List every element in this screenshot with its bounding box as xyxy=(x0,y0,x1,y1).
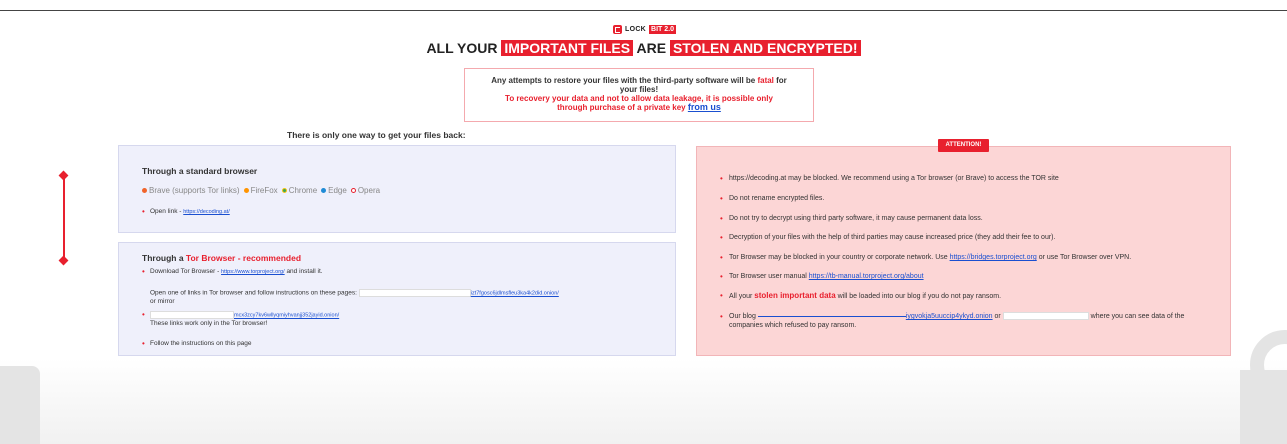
warning-line: through purchase of a private key from u… xyxy=(465,102,813,113)
warning-line: To recovery your data and not to allow d… xyxy=(505,94,773,103)
onion-link-1[interactable]: izt7fgosc6jdlmsfleu3ka4k2did.onion/ xyxy=(471,291,559,297)
brave-icon xyxy=(142,188,147,193)
onion-line: Open one of links in Tor browser and fol… xyxy=(150,289,670,298)
download-text: and install it. xyxy=(284,268,323,275)
attention-text: All your xyxy=(729,293,755,300)
mirror-link-item: mcx3zcy7kv6wllyqmiyhvanjj352jayid.onion/ xyxy=(142,311,339,320)
warning-text: Any attempts to restore your files with … xyxy=(491,76,758,85)
blog-line: Our blog iygvokja5uuccip4ykyd.onion or w… xyxy=(729,312,1209,321)
tor-title-recommended: Tor Browser - recommended xyxy=(185,253,302,263)
browser-edge: Edge xyxy=(321,186,347,195)
browser-firefox: FireFox xyxy=(243,186,278,195)
attention-text: where you can see data of the xyxy=(1088,313,1185,320)
timeline-marker-bottom xyxy=(58,255,69,266)
attention-item: Do not rename encrypted files. xyxy=(720,194,824,203)
attention-text: Tor Browser may be blocked in your count… xyxy=(729,254,950,261)
attention-item: Decryption of your files with the help o… xyxy=(720,233,1055,242)
browser-list: Brave (supports Tor links) FireFox Chrom… xyxy=(142,186,380,195)
tor-browser-card: Through a Tor Browser - recommended Down… xyxy=(118,242,676,356)
redacted-block xyxy=(757,315,906,317)
timeline-line xyxy=(63,176,65,260)
tor-title-text: Through a xyxy=(142,253,186,263)
blog-onion-link[interactable]: iygvokja5uuccip4ykyd.onion xyxy=(906,313,993,320)
attention-text: or use Tor Browser over VPN. xyxy=(1036,254,1132,261)
standard-browser-title: Through a standard browser xyxy=(142,166,258,176)
title-highlight-stolen: STOLEN AND ENCRYPTED! xyxy=(669,40,861,56)
browser-brave: Brave (supports Tor links) xyxy=(142,186,240,195)
attention-item-tor-blocked: Tor Browser may be blocked in your count… xyxy=(720,253,1132,262)
firefox-icon xyxy=(243,188,249,193)
tor-manual-link[interactable]: https://tb-manual.torproject.org/about xyxy=(809,273,924,280)
title-part: ALL YOUR xyxy=(426,40,502,56)
decoding-link[interactable]: https://decoding.at/ xyxy=(183,209,229,215)
onion-link-2[interactable]: mcx3zcy7kv6wllyqmiyhvanjj352jayid.onion/ xyxy=(234,313,339,319)
attention-text: Tor Browser user manual xyxy=(729,273,809,280)
browser-opera: Opera xyxy=(350,186,381,195)
from-us-link[interactable]: from us xyxy=(688,102,721,112)
attention-badge: ATTENTION! xyxy=(938,139,989,152)
chrome-icon xyxy=(281,188,287,193)
warning-text: through purchase of a private key xyxy=(557,103,688,112)
one-way-heading: There is only one way to get your files … xyxy=(287,130,466,140)
title-highlight-files: IMPORTANT FILES xyxy=(501,40,634,56)
onion-instructions: Open one of links in Tor browser and fol… xyxy=(150,289,359,297)
download-text: Download Tor Browser - xyxy=(150,268,222,275)
redacted-block xyxy=(150,311,234,319)
browser-label: Opera xyxy=(357,186,381,195)
download-tor-item: Download Tor Browser - https://www.torpr… xyxy=(142,268,323,276)
browser-label: Edge xyxy=(328,186,347,195)
browser-label: Brave (supports Tor links) xyxy=(149,186,240,195)
tor-browser-title: Through a Tor Browser - recommended xyxy=(142,253,301,263)
warning-fatal: fatal xyxy=(757,76,774,85)
warning-line: your files! xyxy=(619,85,659,94)
tor-only-note: These links work only in the Tor browser… xyxy=(150,320,268,327)
warning-box: Any attempts to restore your files with … xyxy=(464,68,814,122)
attention-item: https://decoding.at may be blocked. We r… xyxy=(720,174,1059,183)
browser-label: FireFox xyxy=(250,186,278,195)
attention-item-stolen: All your stolen important data will be l… xyxy=(720,291,1002,301)
follow-instructions-item: Follow the instructions on this page xyxy=(142,340,251,348)
page-title: ALL YOUR IMPORTANT FILES ARE STOLEN AND … xyxy=(0,39,1287,57)
standard-browser-card: Through a standard browser Brave (suppor… xyxy=(118,145,676,233)
attention-text: will be loaded into our blog if you do n… xyxy=(835,293,1002,300)
attention-text: Our blog xyxy=(729,313,758,320)
browser-chrome: Chrome xyxy=(281,186,318,195)
onion-links-item: Open one of links in Tor browser and fol… xyxy=(150,289,670,306)
background-fade xyxy=(0,358,1287,444)
torproject-link[interactable]: https://www.torproject.org/ xyxy=(221,269,285,275)
timeline-marker-top xyxy=(58,170,69,181)
attention-item-manual: Tor Browser user manual https://tb-manua… xyxy=(720,272,924,281)
attention-text: or xyxy=(992,313,1003,320)
browser-label: Chrome xyxy=(288,186,318,195)
redacted-block xyxy=(1002,312,1089,321)
open-link-item: Open link - https://decoding.at/ xyxy=(142,208,230,216)
logo-version: BIT 2.0 xyxy=(649,25,676,34)
stolen-data-emphasis: stolen important data xyxy=(754,291,836,300)
logo-name: LOCK xyxy=(625,26,647,33)
opera-icon xyxy=(350,188,356,193)
bridges-link[interactable]: https://bridges.torproject.org xyxy=(950,254,1037,261)
redacted-block xyxy=(358,289,471,297)
warning-text: for xyxy=(773,76,787,85)
lock-decoration-left xyxy=(0,366,40,444)
lock-icon xyxy=(613,25,622,34)
title-part: ARE xyxy=(633,40,670,56)
attention-item: Do not try to decrypt using third party … xyxy=(720,214,983,223)
open-link-label: Open link - xyxy=(150,208,184,215)
lockbit-logo: LOCK BIT 2.0 xyxy=(613,25,676,34)
blog-line: companies which refused to pay ransom. xyxy=(729,322,857,329)
attention-item-blog: Our blog iygvokja5uuccip4ykyd.onion or w… xyxy=(720,312,1209,330)
warning-line: Any attempts to restore your files with … xyxy=(465,76,813,85)
edge-icon xyxy=(321,188,327,193)
top-divider xyxy=(0,10,1287,11)
lock-decoration-right xyxy=(1240,330,1287,444)
or-mirror-text: or mirror xyxy=(150,297,175,305)
